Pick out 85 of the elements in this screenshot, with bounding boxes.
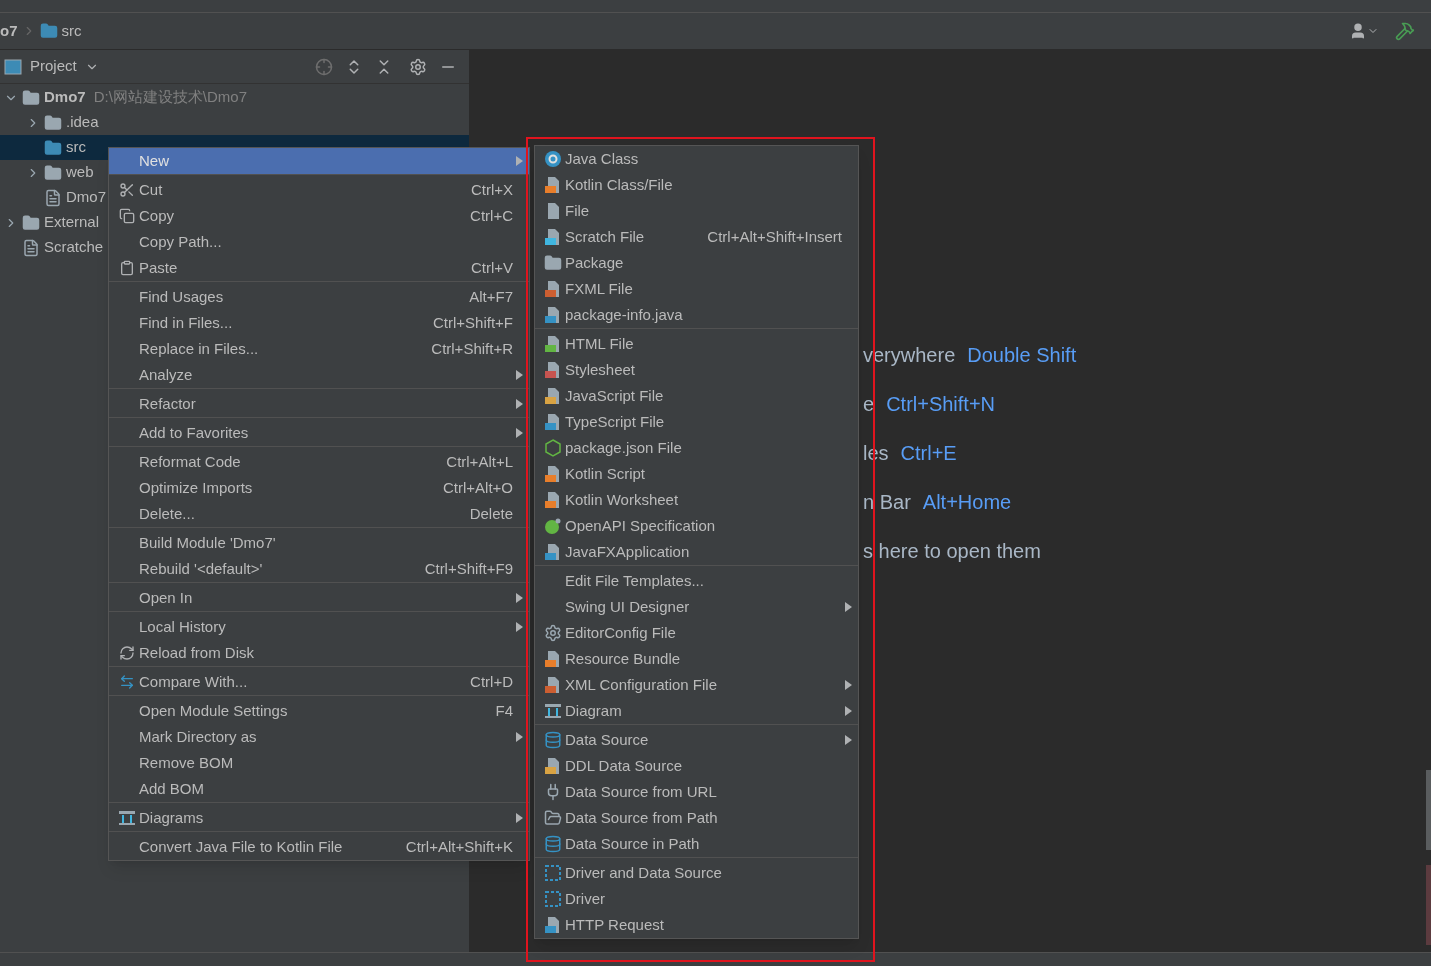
menu-item-label: Driver and Data Source: [565, 862, 723, 883]
shortcut-text: Ctrl+Alt+L: [446, 451, 513, 472]
menu-item-label: Driver: [565, 888, 606, 909]
menu-item-label: Java Class: [565, 148, 640, 169]
menu-item-label: JavaFXApplication: [565, 541, 691, 562]
menu-item-label: Analyze: [139, 364, 194, 385]
shortcut-text: Alt+Home: [922, 490, 1012, 511]
menu-item-label: Copy Path...: [139, 231, 223, 252]
menu-item-label: Optimize Imports: [139, 477, 254, 498]
menu-item-label: DDL Data Source: [565, 755, 683, 776]
menu-item-label: Mark Directory as: [139, 726, 258, 747]
menu-item-label: OpenAPI Specification: [565, 515, 717, 536]
menu-item-label: Remove BOM: [139, 752, 235, 773]
menu-item-label: Data Source from URL: [565, 781, 718, 802]
menu-item-label: Resource Bundle: [565, 648, 682, 669]
menu-item-label: Copy: [139, 205, 176, 226]
menu-item-label: Data Source from Path: [565, 807, 719, 828]
shortcut-text: Alt+F7: [469, 286, 513, 307]
menu-item-label: Edit File Templates...: [565, 570, 705, 591]
shortcut-text: Ctrl+Shift+R: [431, 338, 513, 359]
shortcut-text: F4: [495, 700, 513, 721]
shortcut-text: Ctrl+Shift+F: [432, 312, 513, 333]
menu-item-label: Add to Favorites: [139, 422, 250, 443]
tree-item-label: web: [66, 162, 94, 183]
shortcut-text: Ctrl+V: [470, 257, 513, 278]
menu-item-label: New: [139, 150, 170, 171]
menu-item-label: Kotlin Class/File: [565, 174, 674, 195]
tree-item-label: src: [66, 137, 86, 158]
menu-item-label: package-info.java: [565, 304, 684, 325]
menu-item-label: Data Source in Path: [565, 833, 701, 854]
menu-item-label: Open In: [139, 587, 194, 608]
menu-item-label: Diagrams: [139, 807, 205, 828]
menu-item-label: Diagram: [565, 700, 623, 721]
menu-item-label: Reload from Disk: [139, 642, 256, 663]
shortcut-text: Ctrl+Alt+Shift+Insert: [707, 226, 842, 247]
tree-item-label: .idea: [66, 112, 99, 133]
menu-item-label: Refactor: [139, 393, 197, 414]
menu-item-label: FXML File: [565, 278, 634, 299]
menu-item-label: Data Source: [565, 729, 650, 750]
menu-item-label: Reformat Code: [139, 451, 242, 472]
tree-item-label: Scratche: [44, 237, 104, 258]
menu-item-label: Cut: [139, 179, 164, 200]
menu-item-label: XML Configuration File: [565, 674, 718, 695]
shortcut-text: Ctrl+E: [900, 441, 957, 462]
shortcut-text: Ctrl+C: [470, 205, 513, 226]
tree-item-label: Dmo7: [66, 187, 106, 208]
menu-item-label: Kotlin Script: [565, 463, 647, 484]
menu-item-label: Swing UI Designer: [565, 596, 691, 617]
menu-item-label: package.json File: [565, 437, 683, 458]
menu-item-label: JavaScript File: [565, 385, 665, 406]
menu-item-label: Add BOM: [139, 778, 206, 799]
menu-item-label: Local History: [139, 616, 227, 637]
shortcut-text: Ctrl+Shift+F9: [424, 558, 513, 579]
menu-item-label: HTTP Request: [565, 914, 665, 935]
menu-item-label: Convert Java File to Kotlin File: [139, 836, 344, 857]
hint-text: n Bar: [863, 490, 911, 511]
menu-item-label: Scratch File: [565, 226, 646, 247]
menu-item-label: EditorConfig File: [565, 622, 677, 643]
menu-item-label: Delete...: [139, 503, 196, 524]
hint-text: s here to open them: [863, 539, 1041, 560]
menu-item-label: Kotlin Worksheet: [565, 489, 680, 510]
shortcut-text: Ctrl+Shift+N: [886, 392, 996, 413]
menu-item-label: Find in Files...: [139, 312, 234, 333]
menu-item-label: Paste: [139, 257, 179, 278]
shortcut-text: Delete: [469, 503, 513, 524]
menu-item-label: Package: [565, 252, 625, 273]
menu-item-label: Replace in Files...: [139, 338, 260, 359]
tree-item-label: External: [44, 212, 100, 233]
menu-item-label: Rebuild '<default>': [139, 558, 264, 579]
shortcut-text: Ctrl+Alt+O: [442, 477, 513, 498]
menu-item-label: Build Module 'Dmo7': [139, 532, 277, 553]
hint-text: e: [863, 392, 875, 413]
shortcut-text: Ctrl+D: [470, 671, 513, 692]
tree-item-label: Dmo7: [44, 87, 86, 108]
menu-item-label: TypeScript File: [565, 411, 666, 432]
menu-item-label: Open Module Settings: [139, 700, 289, 721]
menu-item-label: Compare With...: [139, 671, 249, 692]
shortcut-text: Ctrl+X: [470, 179, 513, 200]
menu-item-label: File: [565, 200, 591, 221]
menu-item-label: Find Usages: [139, 286, 225, 307]
shortcut-text: Double Shift: [967, 343, 1077, 364]
menu-item-label: Stylesheet: [565, 359, 637, 380]
shortcut-text: Ctrl+Alt+Shift+K: [405, 836, 513, 857]
path-text: D:\网站建设技术\Dmo7: [93, 87, 248, 108]
menu-item-label: HTML File: [565, 333, 635, 354]
